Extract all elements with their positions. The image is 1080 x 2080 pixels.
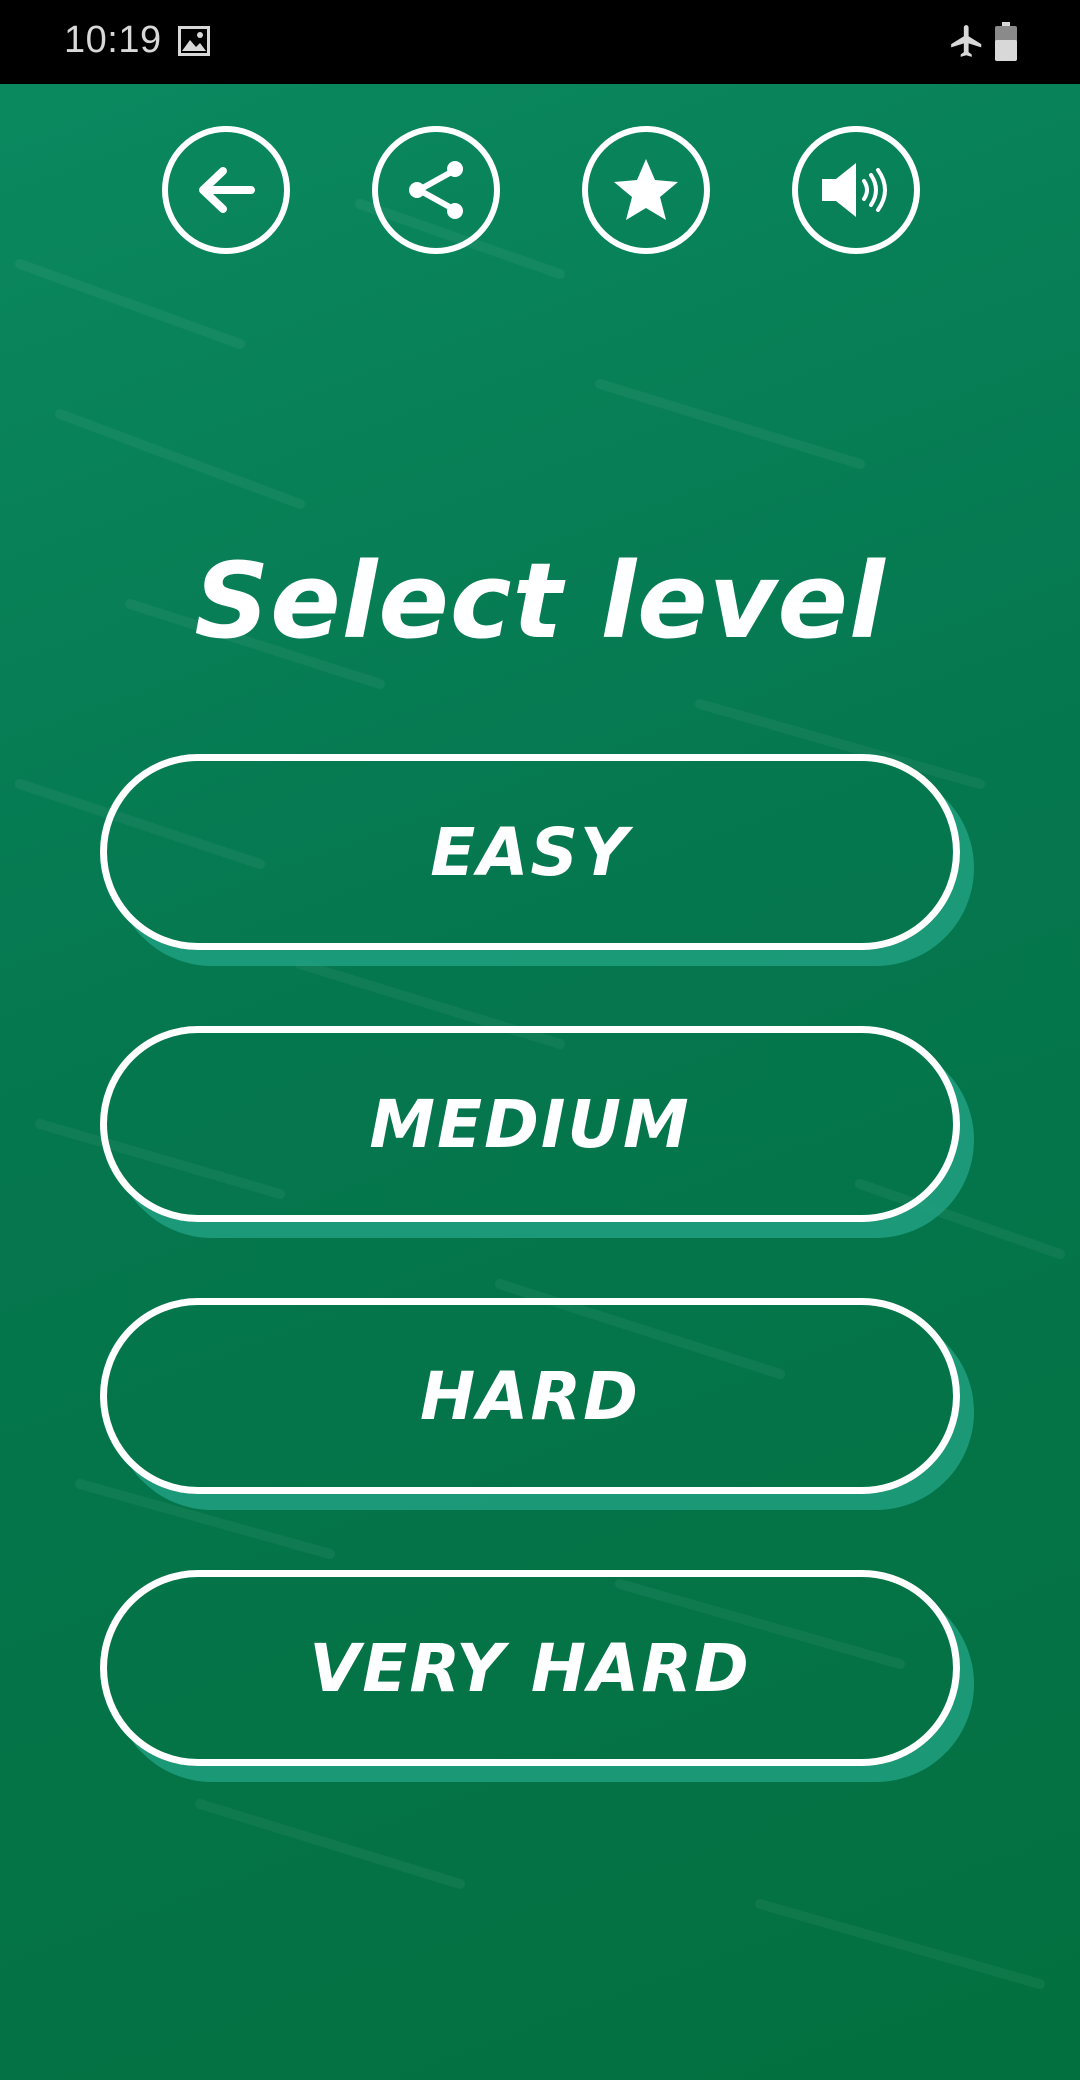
star-icon xyxy=(614,159,678,220)
share-button[interactable] xyxy=(372,126,500,254)
level-medium-button[interactable]: MEDIUM xyxy=(100,1026,960,1222)
level-select-screen: 10:19 Select level EASY MEDIUM HARD VERY… xyxy=(0,0,1080,2080)
level-hard-button[interactable]: HARD xyxy=(100,1298,960,1494)
airplane-mode-icon xyxy=(951,25,982,57)
level-very-hard-button[interactable]: VERY HARD xyxy=(100,1570,960,1766)
battery-icon xyxy=(995,22,1017,61)
status-time: 10:19 xyxy=(64,19,162,61)
gallery-icon xyxy=(178,26,210,56)
status-bar: 10:19 xyxy=(0,0,1080,84)
sound-button[interactable] xyxy=(792,126,920,254)
share-icon xyxy=(409,161,463,219)
back-button[interactable] xyxy=(162,126,290,254)
level-easy-button[interactable]: EASY xyxy=(100,754,960,950)
rate-button[interactable] xyxy=(582,126,710,254)
page-title: Select level xyxy=(194,540,886,662)
speaker-icon xyxy=(822,163,887,217)
back-arrow-icon xyxy=(199,167,255,213)
